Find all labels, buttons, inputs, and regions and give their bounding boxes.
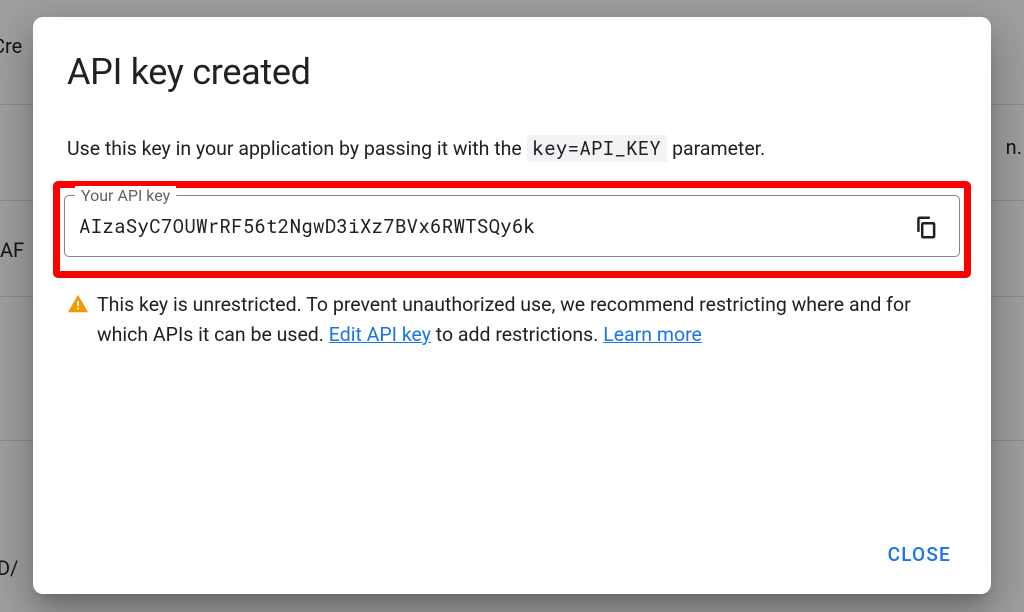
code-snippet: key=API_KEY [527,135,668,162]
dialog-description: Use this key in your application by pass… [67,135,957,163]
learn-more-link[interactable]: Learn more [603,323,702,346]
description-text: Use this key in your application by pass… [67,137,527,160]
dialog-title: API key created [67,51,957,93]
backdrop-fragment: n. [1006,135,1022,159]
backdrop-fragment: D/ [0,556,18,580]
backdrop-fragment: Cre [0,34,22,58]
warning-icon [67,293,89,315]
edit-api-key-link[interactable]: Edit API key [329,323,431,346]
backdrop-fragment: AF [0,238,24,262]
dialog-actions: CLOSE [874,533,965,576]
close-button[interactable]: CLOSE [874,533,965,576]
copy-icon[interactable] [913,214,939,240]
warning-text: to add restrictions. [431,323,603,346]
highlight-annotation: Your API key AIzaSyC7OUWrRF56t2NgwD3iXz7… [53,181,971,278]
field-label: Your API key [75,186,176,205]
api-key-field: Your API key AIzaSyC7OUWrRF56t2NgwD3iXz7… [64,195,960,257]
api-key-value: AIzaSyC7OUWrRF56t2NgwD3iXz7BVx6RWTSQy6k [79,214,913,239]
warning-message: This key is unrestricted. To prevent una… [67,290,957,350]
description-text: parameter. [667,137,765,160]
api-key-created-dialog: API key created Use this key in your app… [33,17,991,594]
